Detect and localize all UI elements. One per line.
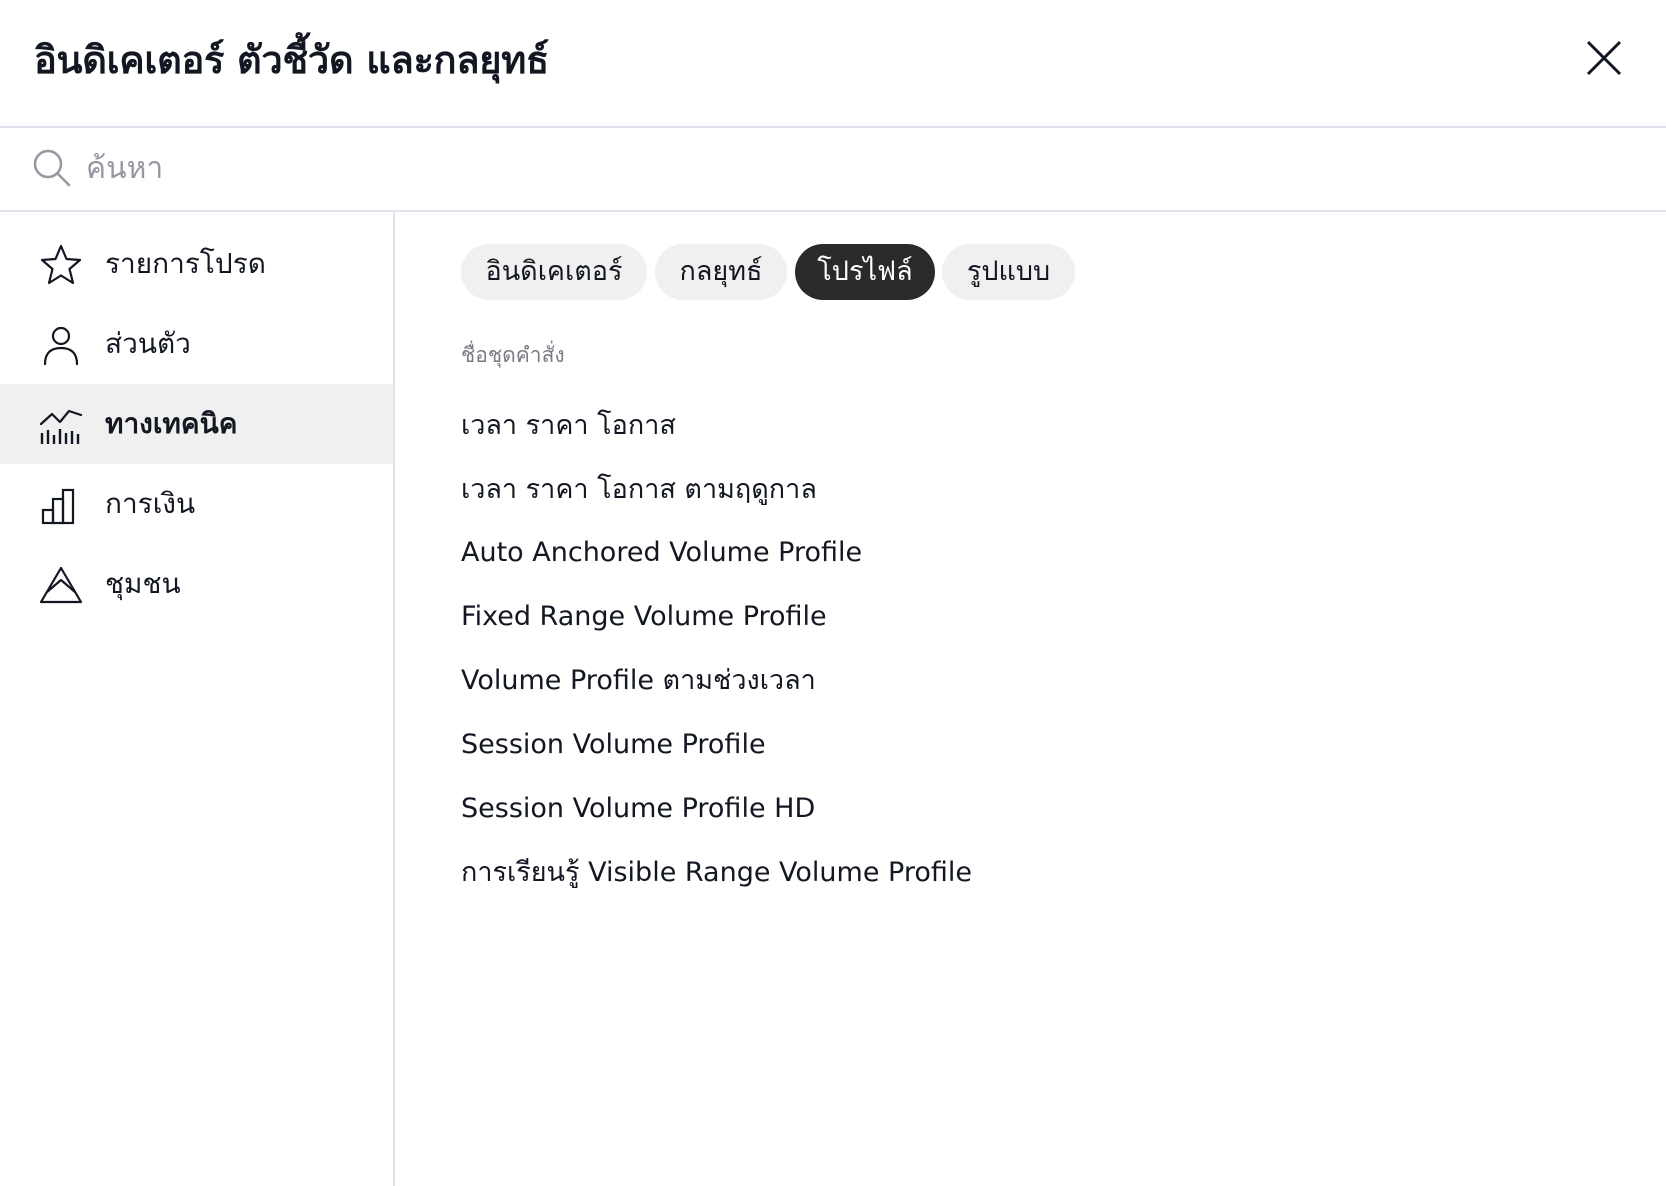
main-panel: อินดิเคเตอร์ กลยุทธ์ โปรไฟล์ รูปแบบ ชื่อ… <box>395 212 1666 1186</box>
script-item[interactable]: Session Volume Profile <box>461 717 766 773</box>
script-item[interactable]: เวลา ราคา โอกาส <box>461 398 676 454</box>
close-icon <box>1586 40 1622 76</box>
category-sidebar: รายการโปรด ส่วนตัว ทางเทคนิค การเงิน ชุม… <box>0 212 395 1186</box>
tab-profiles[interactable]: โปรไฟล์ <box>795 244 935 300</box>
star-icon <box>40 244 82 285</box>
community-mountain-icon <box>39 566 83 604</box>
user-icon <box>43 326 79 366</box>
search-icon <box>33 149 71 187</box>
sidebar-item-label: ส่วนตัว <box>105 327 191 360</box>
sidebar-item-technical[interactable]: ทางเทคนิค <box>0 384 393 464</box>
tab-indicators[interactable]: อินดิเคเตอร์ <box>461 244 647 300</box>
sidebar-item-community[interactable]: ชุมชน <box>0 544 393 624</box>
sidebar-item-label: ชุมชน <box>105 567 181 600</box>
technical-chart-icon <box>39 409 83 444</box>
dialog-title: อินดิเคเตอร์ ตัวชี้วัด และกลยุทธ์ <box>34 38 549 82</box>
bar-chart-icon <box>41 488 75 525</box>
sidebar-item-label: การเงิน <box>105 487 196 520</box>
indicators-dialog: อินดิเคเตอร์ ตัวชี้วัด และกลยุทธ์ รายการ… <box>0 0 1666 1186</box>
sidebar-item-financials[interactable]: การเงิน <box>0 464 393 544</box>
search-bar <box>0 128 1666 212</box>
script-item[interactable]: การเรียนรู้ Visible Range Volume Profile <box>461 845 972 901</box>
sidebar-item-label: รายการโปรด <box>105 247 266 280</box>
close-button[interactable] <box>1582 36 1626 80</box>
list-header: ชื่อชุดคำสั่ง <box>461 343 565 367</box>
sidebar-item-favorites[interactable]: รายการโปรด <box>0 224 393 304</box>
tab-patterns[interactable]: รูปแบบ <box>942 244 1075 300</box>
script-item[interactable]: เวลา ราคา โอกาส ตามฤดูกาล <box>461 462 817 518</box>
script-item[interactable]: Session Volume Profile HD <box>461 781 815 837</box>
dialog-header: อินดิเคเตอร์ ตัวชี้วัด และกลยุทธ์ <box>0 0 1666 128</box>
script-item[interactable]: Auto Anchored Volume Profile <box>461 525 862 581</box>
search-input[interactable] <box>86 142 1626 194</box>
script-item[interactable]: Volume Profile ตามช่วงเวลา <box>461 653 816 709</box>
sidebar-item-personal[interactable]: ส่วนตัว <box>0 304 393 384</box>
tab-strategies[interactable]: กลยุทธ์ <box>655 244 787 300</box>
script-item[interactable]: Fixed Range Volume Profile <box>461 589 827 645</box>
sidebar-item-label: ทางเทคนิค <box>105 407 238 440</box>
